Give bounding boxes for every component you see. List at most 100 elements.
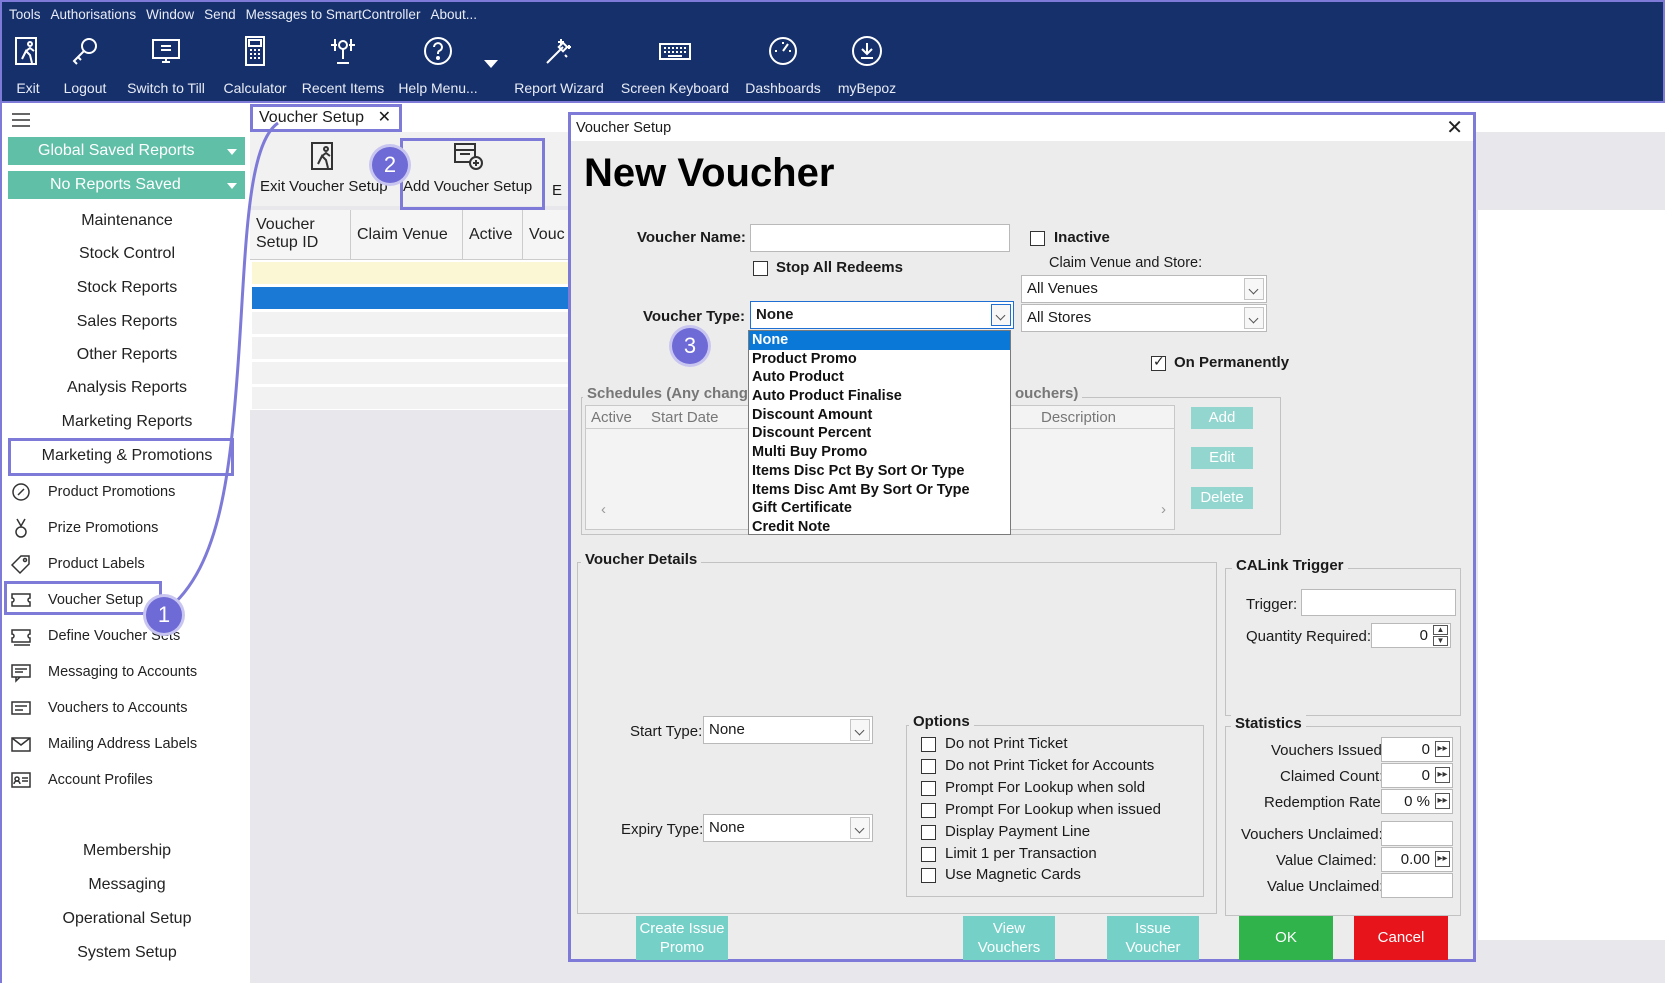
sidebar-item-messaging-to-accounts[interactable]: Messaging to Accounts bbox=[8, 657, 197, 687]
prompt-lookup-sold-checkbox[interactable] bbox=[921, 781, 936, 796]
edit-voucher-setup-button[interactable]: E bbox=[552, 182, 562, 199]
option-multi-buy-promo[interactable]: Multi Buy Promo bbox=[749, 443, 1010, 462]
venue-select[interactable]: All Venues bbox=[1021, 275, 1267, 303]
fast-forward-icon[interactable]: ▸▸ bbox=[1435, 767, 1450, 783]
table-row[interactable] bbox=[252, 337, 580, 359]
mybepoz-button[interactable]: myBepoz bbox=[836, 34, 898, 102]
sidebar-item-system-setup[interactable]: System Setup bbox=[2, 944, 252, 962]
voucher-name-input[interactable] bbox=[750, 224, 1010, 252]
option-discount-percent[interactable]: Discount Percent bbox=[749, 424, 1010, 443]
limit-per-transaction-checkbox[interactable] bbox=[921, 847, 936, 862]
trigger-input[interactable] bbox=[1301, 589, 1456, 616]
table-row[interactable] bbox=[252, 287, 580, 309]
option-label: Prompt For Lookup when issued bbox=[945, 801, 1161, 818]
help-menu-button[interactable]: Help Menu... bbox=[398, 34, 478, 102]
fast-forward-icon[interactable]: ▸▸ bbox=[1435, 851, 1450, 867]
stepper-up-icon[interactable]: ▲ bbox=[1433, 625, 1448, 635]
callout-badge-3: 3 bbox=[672, 328, 708, 364]
stepper-down-icon[interactable]: ▼ bbox=[1433, 636, 1448, 646]
value-unclaimed-value bbox=[1381, 873, 1453, 898]
expiry-type-select[interactable]: None bbox=[703, 814, 873, 842]
menu-about[interactable]: About... bbox=[427, 5, 484, 25]
recent-items-icon bbox=[326, 34, 360, 68]
sched-col-active[interactable]: Active bbox=[591, 409, 632, 426]
logout-button[interactable]: Logout bbox=[60, 34, 110, 102]
dialog-close-button[interactable]: ✕ bbox=[1446, 116, 1463, 140]
inactive-checkbox[interactable] bbox=[1030, 231, 1045, 246]
create-issue-promo-button[interactable]: Create Issue Promo bbox=[636, 916, 728, 960]
on-permanently-checkbox[interactable] bbox=[1151, 353, 1166, 371]
option-credit-note[interactable]: Credit Note bbox=[749, 518, 1010, 537]
sidebar-item-messaging[interactable]: Messaging bbox=[2, 876, 252, 894]
prompt-lookup-issued-checkbox[interactable] bbox=[921, 803, 936, 818]
option-items-disc-pct[interactable]: Items Disc Pct By Sort Or Type bbox=[749, 462, 1010, 481]
fast-forward-icon[interactable]: ▸▸ bbox=[1435, 793, 1450, 809]
sidebar-item-operational-setup[interactable]: Operational Setup bbox=[2, 910, 252, 928]
start-type-select[interactable]: None bbox=[703, 716, 873, 744]
scroll-right-icon[interactable]: › bbox=[1161, 501, 1166, 518]
scroll-left-icon[interactable]: ‹ bbox=[601, 501, 606, 518]
sidebar-item-membership[interactable]: Membership bbox=[2, 842, 252, 860]
close-tab-icon[interactable]: ✕ bbox=[378, 107, 391, 129]
menu-authorisations[interactable]: Authorisations bbox=[48, 5, 144, 25]
issue-voucher-button[interactable]: Issue Voucher bbox=[1107, 916, 1199, 960]
calculator-button[interactable]: Calculator bbox=[222, 34, 288, 102]
option-label: Display Payment Line bbox=[945, 823, 1091, 840]
do-not-print-ticket-accounts-checkbox[interactable] bbox=[921, 759, 936, 774]
sidebar-item-product-labels[interactable]: Product Labels bbox=[8, 549, 145, 579]
sidebar-item-prize-promotions[interactable]: Prize Promotions bbox=[8, 513, 158, 543]
mybepoz-icon bbox=[850, 34, 884, 68]
menu-window[interactable]: Window bbox=[143, 5, 201, 25]
table-row[interactable] bbox=[252, 362, 580, 384]
option-discount-amount[interactable]: Discount Amount bbox=[749, 406, 1010, 425]
col-claim-venue[interactable]: Claim Venue bbox=[357, 226, 448, 244]
col-active[interactable]: Active bbox=[469, 226, 513, 244]
sidebar-item-mailing-address-labels[interactable]: Mailing Address Labels bbox=[8, 729, 197, 759]
switch-to-till-button[interactable]: Switch to Till bbox=[125, 34, 207, 102]
display-payment-line-checkbox[interactable] bbox=[921, 825, 936, 840]
menu-messages[interactable]: Messages to SmartController bbox=[243, 5, 428, 25]
app-header: Tools Authorisations Window Send Message… bbox=[0, 0, 1665, 103]
store-select[interactable]: All Stores bbox=[1021, 304, 1267, 332]
voucher-type-select[interactable]: None bbox=[750, 301, 1014, 329]
sidebar-item-vouchers-to-accounts[interactable]: Vouchers to Accounts bbox=[8, 693, 187, 723]
col-voucher[interactable]: Vouc bbox=[529, 226, 565, 244]
ok-button[interactable]: OK bbox=[1239, 916, 1333, 960]
report-wizard-button[interactable]: Report Wizard bbox=[514, 34, 604, 102]
option-product-promo[interactable]: Product Promo bbox=[749, 350, 1010, 369]
stop-all-redeems-checkbox[interactable] bbox=[753, 261, 768, 276]
vouchers-issued-label: Vouchers Issued: bbox=[1271, 742, 1387, 759]
option-none[interactable]: None bbox=[749, 331, 1010, 350]
schedule-delete-button[interactable]: Delete bbox=[1191, 487, 1253, 509]
exit-button[interactable]: Exit bbox=[10, 34, 46, 102]
sidebar-item-account-profiles[interactable]: Account Profiles bbox=[8, 765, 153, 795]
sched-col-description[interactable]: Description bbox=[1041, 409, 1116, 426]
do-not-print-ticket-checkbox[interactable] bbox=[921, 737, 936, 752]
menu-send[interactable]: Send bbox=[201, 5, 243, 25]
schedules-legend-end: ouchers) bbox=[1011, 385, 1083, 402]
help-dropdown-icon[interactable] bbox=[484, 60, 498, 68]
dashboards-button[interactable]: Dashboards bbox=[744, 34, 822, 102]
hamburger-icon[interactable] bbox=[12, 113, 30, 127]
table-row[interactable] bbox=[252, 312, 580, 334]
schedule-add-button[interactable]: Add bbox=[1191, 407, 1253, 429]
screen-keyboard-button[interactable]: Screen Keyboard bbox=[621, 34, 729, 102]
option-items-disc-amt[interactable]: Items Disc Amt By Sort Or Type bbox=[749, 481, 1010, 500]
recent-items-button[interactable]: Recent Items bbox=[302, 34, 384, 102]
table-row[interactable] bbox=[252, 387, 580, 409]
sched-col-start-date[interactable]: Start Date bbox=[651, 409, 719, 426]
table-row[interactable] bbox=[252, 262, 580, 284]
use-magnetic-cards-checkbox[interactable] bbox=[921, 868, 936, 883]
menu-tools[interactable]: Tools bbox=[6, 5, 48, 25]
option-gift-certificate[interactable]: Gift Certificate bbox=[749, 499, 1010, 518]
fast-forward-icon[interactable]: ▸▸ bbox=[1435, 741, 1450, 757]
schedules-legend: Schedules (Any changes bbox=[583, 385, 769, 402]
add-voucher-highlight-box bbox=[400, 138, 545, 210]
option-label: Use Magnetic Cards bbox=[945, 866, 1081, 883]
view-vouchers-button[interactable]: View Vouchers bbox=[963, 916, 1055, 960]
quantity-required-stepper[interactable]: 0 ▲ ▼ bbox=[1371, 623, 1451, 648]
option-auto-product-finalise[interactable]: Auto Product Finalise bbox=[749, 387, 1010, 406]
cancel-button[interactable]: Cancel bbox=[1354, 916, 1448, 960]
option-auto-product[interactable]: Auto Product bbox=[749, 368, 1010, 387]
schedule-edit-button[interactable]: Edit bbox=[1191, 447, 1253, 469]
